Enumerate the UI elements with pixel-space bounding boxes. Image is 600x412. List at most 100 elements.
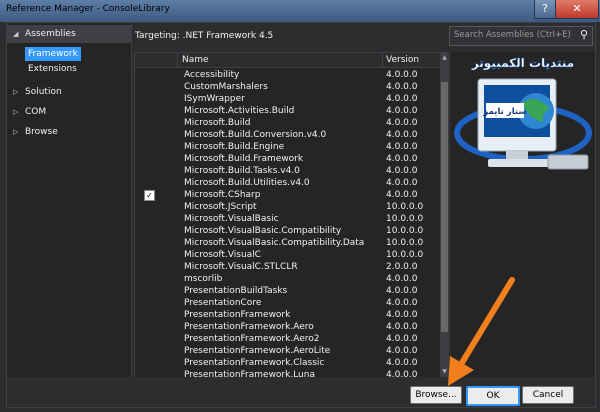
assembly-version: 4.0.0.0 [386, 106, 418, 116]
logo-keyboard [547, 154, 589, 170]
search-placeholder: Search Assemblies (Ctrl+E) [454, 30, 571, 40]
table-row[interactable]: Microsoft.VisualBasic.Compatibility 10.0.… [135, 225, 441, 237]
table-row[interactable]: Microsoft.VisualC 10.0.0.0 [135, 249, 441, 261]
assembly-version: 4.0.0.0 [386, 310, 418, 320]
table-row[interactable]: Microsoft.VisualC.STLCLR 2.0.0.0 [135, 261, 441, 273]
search-icon[interactable]: ⚲ [580, 28, 588, 41]
assembly-version: 4.0.0.0 [386, 274, 418, 284]
assembly-version: 4.0.0.0 [386, 82, 418, 92]
logo-banner-text: ستار تايمز [482, 107, 526, 117]
assembly-version: 10.0.0.0 [386, 202, 424, 212]
table-row[interactable]: Microsoft.Build 4.0.0.0 [135, 117, 441, 129]
nav-com[interactable]: ▷ COM [7, 103, 131, 121]
logo-base [488, 159, 554, 167]
table-row[interactable]: Microsoft.Build.Engine 4.0.0.0 [135, 141, 441, 153]
table-row[interactable]: Microsoft.Build.Framework 4.0.0.0 [135, 153, 441, 165]
assembly-name: Microsoft.Build.Framework [184, 154, 304, 164]
assembly-name: Microsoft.CSharp [184, 190, 261, 200]
assembly-name: PresentationFramework.Aero2 [184, 334, 320, 344]
close-button[interactable]: ✕ [555, 0, 599, 19]
assembly-version: 4.0.0.0 [386, 94, 418, 104]
table-row[interactable]: Microsoft.Build.Conversion.v4.0 4.0.0.0 [135, 129, 441, 141]
assembly-name: CustomMarshalers [184, 82, 268, 92]
assembly-name: Microsoft.VisualBasic [184, 214, 279, 224]
table-row[interactable]: PresentationFramework 4.0.0.0 [135, 309, 441, 321]
nav-label: COM [25, 107, 47, 117]
assembly-version: 2.0.0.0 [386, 262, 418, 272]
assembly-name: PresentationFramework [184, 310, 291, 320]
category-panel: ◢ Assemblies Framework Extensions ▷ Solu… [7, 23, 132, 407]
nav-extensions[interactable]: Extensions [25, 62, 80, 76]
assembly-version: 4.0.0.0 [386, 322, 418, 332]
assembly-version: 4.0.0.0 [386, 298, 418, 308]
assembly-name: PresentationCore [184, 298, 262, 308]
assembly-version: 4.0.0.0 [386, 118, 418, 128]
column-header-name[interactable]: Name [178, 53, 383, 68]
title-bar: Reference Manager - ConsoleLibrary [0, 0, 600, 22]
nav-framework[interactable]: Framework [25, 47, 81, 61]
table-row[interactable]: Microsoft.VisualBasic 10.0.0.0 [135, 213, 441, 225]
table-row[interactable]: Accessibility 4.0.0.0 [135, 69, 441, 81]
nav-label: Assemblies [25, 29, 76, 39]
assembly-version: 10.0.0.0 [386, 238, 424, 248]
table-row[interactable]: PresentationFramework.Aero 4.0.0.0 [135, 321, 441, 333]
assembly-name: ISymWrapper [184, 94, 245, 104]
nav-label: Solution [25, 87, 62, 97]
scroll-up-icon[interactable]: ▲ [440, 54, 449, 61]
collapsed-arrow-icon: ▷ [13, 128, 19, 136]
assembly-version: 4.0.0.0 [386, 190, 418, 200]
table-row[interactable]: PresentationCore 4.0.0.0 [135, 297, 441, 309]
assembly-version: 10.0.0.0 [386, 214, 424, 224]
assembly-version: 4.0.0.0 [386, 346, 418, 356]
assembly-name: PresentationFramework.Aero [184, 322, 314, 332]
assembly-name: Microsoft.Build.Conversion.v4.0 [184, 130, 327, 140]
assembly-name: PresentationFramework.Classic [184, 358, 325, 368]
table-row[interactable]: mscorlib 4.0.0.0 [135, 273, 441, 285]
assembly-name: PresentationBuildTasks [184, 286, 288, 296]
nav-solution[interactable]: ▷ Solution [7, 83, 131, 101]
table-row[interactable]: Microsoft.VisualBasic.Compatibility.Data… [135, 237, 441, 249]
assembly-version: 10.0.0.0 [386, 250, 424, 260]
assembly-name: Microsoft.Build.Tasks.v4.0 [184, 166, 300, 176]
window-title: Reference Manager - ConsoleLibrary [6, 4, 170, 14]
search-input[interactable]: Search Assemblies (Ctrl+E) ⚲ [449, 26, 593, 46]
assembly-name: Microsoft.Build.Engine [184, 142, 285, 152]
nav-label: Browse [25, 127, 58, 137]
table-row[interactable]: Microsoft.JScript 10.0.0.0 [135, 201, 441, 213]
table-row[interactable]: Microsoft.Activities.Build 4.0.0.0 [135, 105, 441, 117]
table-row[interactable]: PresentationFramework.AeroLite 4.0.0.0 [135, 345, 441, 357]
assembly-version: 4.0.0.0 [386, 70, 418, 80]
assembly-name: Microsoft.Build.Utilities.v4.0 [184, 178, 310, 188]
assembly-version: 4.0.0.0 [386, 358, 418, 368]
assembly-name: Microsoft.VisualBasic.Compatibility.Data [184, 238, 365, 248]
table-row[interactable]: Microsoft.Build.Utilities.v4.0 4.0.0.0 [135, 177, 441, 189]
assembly-name: Microsoft.Activities.Build [184, 106, 295, 116]
nav-assemblies[interactable]: ◢ Assemblies [7, 25, 131, 43]
assembly-name: Microsoft.JScript [184, 202, 257, 212]
table-row[interactable]: ISymWrapper 4.0.0.0 [135, 93, 441, 105]
table-row[interactable]: Microsoft.Build.Tasks.v4.0 4.0.0.0 [135, 165, 441, 177]
logo-stand [506, 151, 528, 159]
assembly-version: 4.0.0.0 [386, 286, 418, 296]
annotation-arrow-icon [448, 277, 515, 386]
assembly-version: 4.0.0.0 [386, 178, 418, 188]
nav-browse[interactable]: ▷ Browse [7, 123, 131, 141]
assembly-version: 10.0.0.0 [386, 226, 424, 236]
table-row[interactable]: ✓ Microsoft.CSharp 4.0.0.0 [135, 189, 441, 201]
table-row[interactable]: CustomMarshalers 4.0.0.0 [135, 81, 441, 93]
reference-checkbox[interactable]: ✓ [144, 190, 155, 201]
assembly-name: PresentationFramework.AeroLite [184, 346, 331, 356]
assembly-name: Microsoft.VisualC [184, 250, 261, 260]
table-row[interactable]: PresentationFramework.Aero2 4.0.0.0 [135, 333, 441, 345]
assembly-name: mscorlib [184, 274, 223, 284]
assembly-name: Microsoft.VisualBasic.Compatibility [184, 226, 342, 236]
table-row[interactable]: PresentationBuildTasks 4.0.0.0 [135, 285, 441, 297]
column-header-version[interactable]: Version [383, 53, 441, 68]
assembly-version: 4.0.0.0 [386, 154, 418, 164]
assembly-name: Accessibility [184, 70, 240, 80]
help-button[interactable]: ? [534, 0, 556, 19]
assembly-version: 4.0.0.0 [386, 130, 418, 140]
collapsed-arrow-icon: ▷ [13, 88, 19, 96]
assembly-name: Microsoft.VisualC.STLCLR [184, 262, 298, 272]
table-row[interactable]: PresentationFramework.Classic 4.0.0.0 [135, 357, 441, 369]
